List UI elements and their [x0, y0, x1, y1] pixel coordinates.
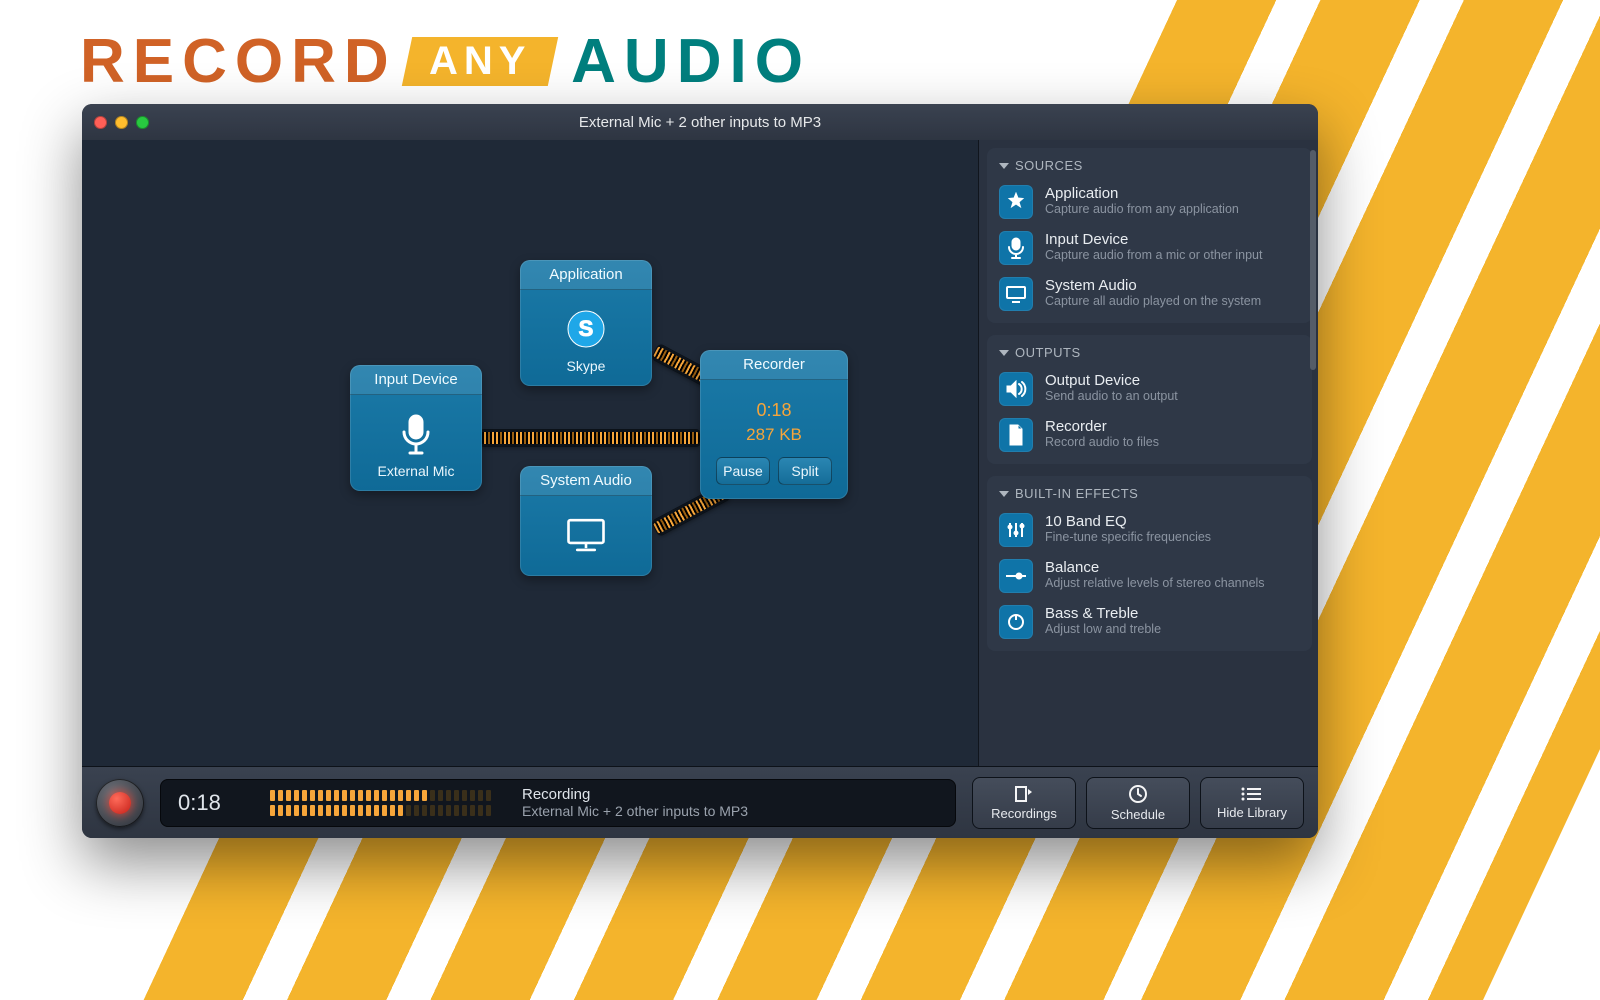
- display-icon: [999, 277, 1033, 311]
- headline-any-box: ANY: [401, 37, 558, 86]
- audio-cable: [480, 430, 700, 446]
- window-title: External Mic + 2 other inputs to MP3: [82, 114, 1318, 131]
- chevron-down-icon: [999, 350, 1009, 356]
- schedule-button[interactable]: Schedule: [1086, 777, 1190, 829]
- group-outputs: OUTPUTS Output DeviceSend audio to an ou…: [987, 335, 1312, 464]
- promo-headline: RECORD ANY AUDIO: [80, 26, 811, 97]
- recordings-icon: [1014, 785, 1034, 803]
- scrollbar[interactable]: [1310, 150, 1316, 370]
- effect-item-eq[interactable]: 10 Band EQFine-tune specific frequencies: [987, 507, 1312, 553]
- node-header: Application: [520, 260, 652, 290]
- recorder-size: 287 KB: [708, 425, 840, 445]
- split-button[interactable]: Split: [778, 457, 832, 485]
- group-header-effects[interactable]: BUILT-IN EFFECTS: [987, 476, 1312, 507]
- speaker-icon: [999, 372, 1033, 406]
- microphone-icon: [395, 413, 437, 455]
- node-label: Skype: [528, 358, 644, 374]
- chevron-down-icon: [999, 163, 1009, 169]
- balance-icon: [999, 559, 1033, 593]
- source-item-system-audio[interactable]: System AudioCapture all audio played on …: [987, 271, 1312, 317]
- library-sidebar: SOURCES ApplicationCapture audio from an…: [978, 140, 1318, 766]
- status-panel: 0:18 Recording External Mic + 2 other in…: [160, 779, 956, 827]
- svg-text:S: S: [579, 316, 594, 341]
- recorder-time: 0:18: [708, 400, 840, 421]
- effect-item-bass-treble[interactable]: Bass & TrebleAdjust low and treble: [987, 599, 1312, 645]
- source-item-input-device[interactable]: Input DeviceCapture audio from a mic or …: [987, 225, 1312, 271]
- output-item-output-device[interactable]: Output DeviceSend audio to an output: [987, 366, 1312, 412]
- file-icon: [999, 418, 1033, 452]
- output-item-recorder[interactable]: RecorderRecord audio to files: [987, 412, 1312, 458]
- microphone-icon: [999, 231, 1033, 265]
- recordings-button[interactable]: Recordings: [972, 777, 1076, 829]
- skype-icon: S: [565, 308, 607, 350]
- headline-word-1: RECORD: [80, 26, 397, 97]
- list-icon: [1241, 786, 1263, 802]
- node-recorder[interactable]: Recorder 0:18 287 KB Pause Split: [700, 350, 848, 499]
- clock-icon: [1128, 784, 1148, 804]
- group-header-sources[interactable]: SOURCES: [987, 148, 1312, 179]
- record-button[interactable]: [96, 779, 144, 827]
- status-detail: External Mic + 2 other inputs to MP3: [522, 803, 748, 819]
- appstore-icon: [999, 185, 1033, 219]
- status-label: Recording: [522, 786, 748, 803]
- elapsed-time: 0:18: [178, 790, 248, 816]
- chevron-down-icon: [999, 491, 1009, 497]
- sliders-icon: [999, 513, 1033, 547]
- node-label: External Mic: [358, 463, 474, 479]
- display-icon: [565, 514, 607, 556]
- node-application[interactable]: Application S Skype: [520, 260, 652, 386]
- knob-icon: [999, 605, 1033, 639]
- group-effects: BUILT-IN EFFECTS 10 Band EQFine-tune spe…: [987, 476, 1312, 651]
- record-dot-icon: [109, 792, 131, 814]
- source-item-application[interactable]: ApplicationCapture audio from any applic…: [987, 179, 1312, 225]
- effect-item-balance[interactable]: BalanceAdjust relative levels of stereo …: [987, 553, 1312, 599]
- node-system-audio[interactable]: System Audio: [520, 466, 652, 576]
- app-window: External Mic + 2 other inputs to MP3 Inp…: [82, 104, 1318, 838]
- hide-library-button[interactable]: Hide Library: [1200, 777, 1304, 829]
- node-header: System Audio: [520, 466, 652, 496]
- node-input-device[interactable]: Input Device External Mic: [350, 365, 482, 491]
- pause-button[interactable]: Pause: [716, 457, 770, 485]
- group-sources: SOURCES ApplicationCapture audio from an…: [987, 148, 1312, 323]
- headline-word-3: AUDIO: [571, 26, 811, 97]
- titlebar[interactable]: External Mic + 2 other inputs to MP3: [82, 104, 1318, 140]
- group-header-outputs[interactable]: OUTPUTS: [987, 335, 1312, 366]
- level-meter: [270, 788, 500, 818]
- node-header: Input Device: [350, 365, 482, 395]
- node-header: Recorder: [700, 350, 848, 380]
- pipeline-canvas[interactable]: Input Device External Mic Application S: [82, 140, 978, 766]
- bottom-bar: 0:18 Recording External Mic + 2 other in…: [82, 766, 1318, 838]
